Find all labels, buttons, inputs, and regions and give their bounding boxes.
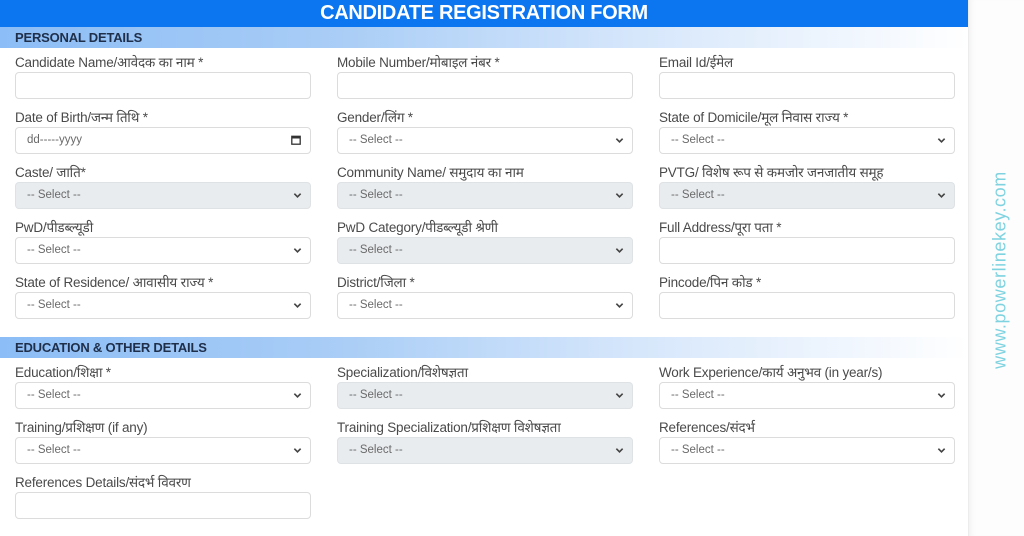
district-selected: -- Select -- [349,299,403,311]
pwd-category-label: PwD Category/पीडब्ल्यूडी श्रेणी [337,220,498,235]
caste-selected: -- Select -- [27,189,81,201]
chevron-down-icon [615,448,624,453]
community-name-select[interactable]: -- Select -- [337,182,633,209]
section-header-education-details: EDUCATION & OTHER DETAILS [0,337,968,358]
pwd-label: PwD/पीडब्ल्यूडी [15,220,94,235]
chevron-down-icon [937,138,946,143]
references-details-input[interactable] [15,492,311,519]
references-selected: -- Select -- [671,444,725,456]
calendar-icon[interactable] [291,135,301,145]
chevron-down-icon [615,393,624,398]
candidate-name-label: Candidate Name/आवेदक का नाम * [15,55,204,70]
specialization-label: Specialization/विशेषज्ञता [337,365,468,380]
community-name-label: Community Name/ समुदाय का नाम [337,165,524,180]
dob-placeholder: dd-----yyyy [27,134,82,146]
chevron-down-icon [937,448,946,453]
pwd-select[interactable]: -- Select -- [15,237,311,264]
training-select[interactable]: -- Select -- [15,437,311,464]
work-experience-select[interactable]: -- Select -- [659,382,955,409]
gender-label: Gender/लिंग * [337,110,413,125]
registration-form: CANDIDATE REGISTRATION FORM PERSONAL DET… [0,0,968,536]
chevron-down-icon [293,393,302,398]
dob-label: Date of Birth/जन्म तिथि * [15,110,148,125]
email-input[interactable] [659,72,955,99]
chevron-down-icon [293,193,302,198]
training-specialization-label: Training Specialization/प्रशिक्षण विशेषज… [337,420,561,435]
state-residence-label: State of Residence/ आवासीय राज्य * [15,275,214,290]
state-domicile-label: State of Domicile/मूल निवास राज्य * [659,110,849,125]
training-specialization-selected: -- Select -- [349,444,403,456]
community-name-selected: -- Select -- [349,189,403,201]
chevron-down-icon [293,248,302,253]
work-experience-selected: -- Select -- [671,389,725,401]
chevron-down-icon [615,303,624,308]
form-title: CANDIDATE REGISTRATION FORM [0,0,968,27]
work-experience-label: Work Experience/कार्य अनुभव (in year/s) [659,365,883,380]
references-select[interactable]: -- Select -- [659,437,955,464]
mobile-number-label: Mobile Number/मोबाइल नंबर * [337,55,500,70]
state-domicile-select[interactable]: -- Select -- [659,127,955,154]
pwd-category-selected: -- Select -- [349,244,403,256]
education-label: Education/शिक्षा * [15,365,111,380]
chevron-down-icon [293,303,302,308]
gender-select[interactable]: -- Select -- [337,127,633,154]
full-address-input[interactable] [659,237,955,264]
training-selected: -- Select -- [27,444,81,456]
chevron-down-icon [937,393,946,398]
education-select[interactable]: -- Select -- [15,382,311,409]
state-residence-selected: -- Select -- [27,299,81,311]
specialization-select[interactable]: -- Select -- [337,382,633,409]
pwd-category-select[interactable]: -- Select -- [337,237,633,264]
training-specialization-select[interactable]: -- Select -- [337,437,633,464]
state-domicile-selected: -- Select -- [671,134,725,146]
dob-input[interactable]: dd-----yyyy [15,127,311,154]
pwd-selected: -- Select -- [27,244,81,256]
chevron-down-icon [615,248,624,253]
full-address-label: Full Address/पूरा पता * [659,220,782,235]
training-label: Training/प्रशिक्षण (if any) [15,420,148,435]
education-selected: -- Select -- [27,389,81,401]
chevron-down-icon [293,448,302,453]
chevron-down-icon [937,193,946,198]
candidate-name-input[interactable] [15,72,311,99]
pincode-label: Pincode/पिन कोड * [659,275,762,290]
district-select[interactable]: -- Select -- [337,292,633,319]
pincode-input[interactable] [659,292,955,319]
caste-select[interactable]: -- Select -- [15,182,311,209]
pvtg-selected: -- Select -- [671,189,725,201]
gender-selected: -- Select -- [349,134,403,146]
caste-label: Caste/ जाति* [15,165,86,180]
references-details-label: References Details/संदर्भ विवरण [15,475,191,490]
pvtg-label: PVTG/ विशेष रूप से कमजोर जनजातीय समूह [659,165,884,180]
pvtg-select[interactable]: -- Select -- [659,182,955,209]
specialization-selected: -- Select -- [349,389,403,401]
state-residence-select[interactable]: -- Select -- [15,292,311,319]
mobile-number-input[interactable] [337,72,633,99]
email-label: Email Id/ईमेल [659,55,733,70]
chevron-down-icon [615,193,624,198]
district-label: District/जिला * [337,275,415,290]
watermark-text: www.powerlinekey.com [989,171,1010,369]
section-header-personal-details: PERSONAL DETAILS [0,27,968,48]
references-label: References/संदर्भ [659,420,755,435]
chevron-down-icon [615,138,624,143]
